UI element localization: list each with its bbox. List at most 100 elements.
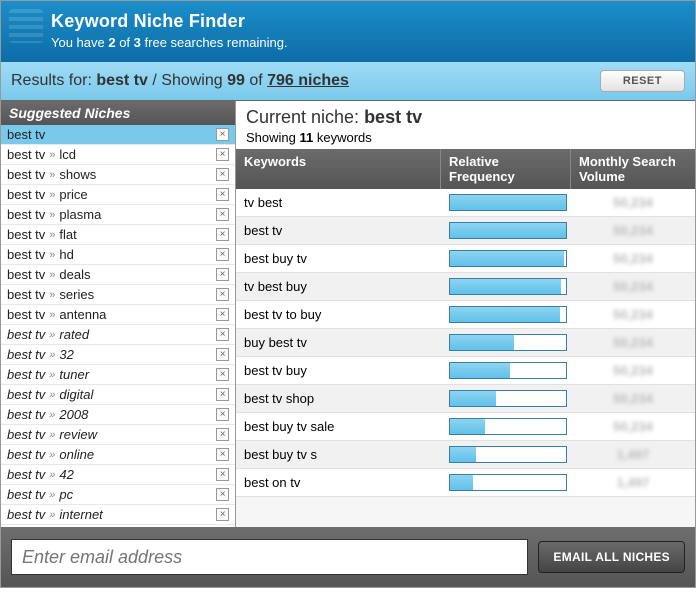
sidebar-item[interactable]: best tv»internet×	[1, 505, 235, 525]
remove-niche-icon[interactable]: ×	[216, 188, 229, 201]
remove-niche-icon[interactable]: ×	[216, 308, 229, 321]
remove-niche-icon[interactable]: ×	[216, 428, 229, 441]
sidebar-item[interactable]: best tv»42×	[1, 465, 235, 485]
chevron-right-icon: »	[49, 429, 55, 441]
sidebar-item[interactable]: best tv»online×	[1, 445, 235, 465]
remove-niche-icon[interactable]: ×	[216, 368, 229, 381]
niche-base: best tv	[7, 307, 45, 322]
results-bar: Results for: best tv / Showing 99 of 796…	[1, 62, 695, 101]
sidebar-item[interactable]: best tv » flat ×	[1, 225, 235, 245]
table-row[interactable]: best on tv1,497	[236, 469, 695, 497]
remove-niche-icon[interactable]: ×	[216, 168, 229, 181]
remove-niche-icon[interactable]: ×	[216, 148, 229, 161]
frequency-bar	[449, 446, 567, 463]
table-row[interactable]: best buy tv50,234	[236, 245, 695, 273]
reset-button[interactable]: RESET	[600, 70, 685, 92]
frequency-bar	[449, 474, 567, 491]
frequency-bar	[449, 306, 567, 323]
remove-niche-icon[interactable]: ×	[216, 408, 229, 421]
remove-niche-icon[interactable]: ×	[216, 128, 229, 141]
searches-total: 3	[134, 35, 141, 50]
remove-niche-icon[interactable]: ×	[216, 388, 229, 401]
niche-base: best tv	[7, 227, 45, 242]
sidebar-list[interactable]: best tv×best tv»lcd×best tv»shows×best t…	[1, 125, 235, 527]
cell-frequency	[441, 189, 571, 216]
sidebar-item[interactable]: best tv»tuner×	[1, 365, 235, 385]
sidebar-item[interactable]: best tv»price×	[1, 185, 235, 205]
col-keywords[interactable]: Keywords	[236, 149, 441, 189]
sidebar-item[interactable]: best tv»lcd×	[1, 145, 235, 165]
chevron-right-icon: »	[49, 169, 55, 181]
sidebar-item[interactable]: best tv » hd ×	[1, 245, 235, 265]
sidebar-item[interactable]: best tv»digital×	[1, 385, 235, 405]
remove-niche-icon[interactable]: ×	[216, 248, 229, 261]
remove-niche-icon[interactable]: ×	[216, 288, 229, 301]
table-row[interactable]: best tv buy50,234	[236, 357, 695, 385]
sidebar-item[interactable]: best tv»deals×	[1, 265, 235, 285]
table-row[interactable]: best tv shop50,234	[236, 385, 695, 413]
cell-keyword: tv best	[236, 190, 441, 215]
sidebar-item[interactable]: best tv»review×	[1, 425, 235, 445]
remove-niche-icon[interactable]: ×	[216, 228, 229, 241]
sidebar-item[interactable]: best tv»2008×	[1, 405, 235, 425]
niche-sub: 42	[59, 467, 73, 482]
frequency-bar	[449, 250, 567, 267]
sidebar-item[interactable]: best tv»antenna×	[1, 305, 235, 325]
cell-volume: 50,234	[571, 358, 695, 383]
niche-base: best tv	[7, 247, 45, 262]
remove-niche-icon[interactable]: ×	[216, 348, 229, 361]
sidebar-item[interactable]: best tv»plasma×	[1, 205, 235, 225]
table-row[interactable]: best tv50,234	[236, 217, 695, 245]
niche-base: best tv	[7, 187, 45, 202]
cell-keyword: best tv	[236, 218, 441, 243]
table-row[interactable]: best buy tv sale50,234	[236, 413, 695, 441]
niche-sub: tuner	[59, 367, 89, 382]
remove-niche-icon[interactable]: ×	[216, 468, 229, 481]
niche-base: best tv	[7, 287, 45, 302]
sidebar-item[interactable]: best tv»pc×	[1, 485, 235, 505]
cell-volume: 50,234	[571, 246, 695, 271]
email-all-button[interactable]: EMAIL ALL NICHES	[538, 541, 685, 573]
frequency-bar	[449, 222, 567, 239]
chevron-right-icon: »	[49, 189, 55, 201]
frequency-bar	[449, 362, 567, 379]
sidebar-item[interactable]: best tv » series ×	[1, 285, 235, 305]
showing-kw-prefix: Showing	[246, 130, 299, 145]
remove-niche-icon[interactable]: ×	[216, 268, 229, 281]
niche-sub: flat	[59, 227, 76, 242]
frequency-bar	[449, 390, 567, 407]
col-frequency[interactable]: Relative Frequency	[441, 149, 571, 189]
chevron-right-icon: »	[49, 249, 55, 261]
sidebar-item[interactable]: best tv×	[1, 125, 235, 145]
cell-volume: 1,497	[571, 470, 695, 495]
sub-suffix: free searches remaining.	[141, 35, 288, 50]
remove-niche-icon[interactable]: ×	[216, 208, 229, 221]
chevron-right-icon: »	[49, 349, 55, 361]
table-row[interactable]: tv best buy50,234	[236, 273, 695, 301]
table-row[interactable]: best tv to buy50,234	[236, 301, 695, 329]
niche-sub: series	[59, 287, 94, 302]
niches-link[interactable]: 796 niches	[267, 72, 349, 89]
table-body[interactable]: tv best50,234best tv50,234best buy tv50,…	[236, 189, 695, 527]
niche-base: best tv	[7, 507, 45, 522]
remove-niche-icon[interactable]: ×	[216, 508, 229, 521]
table-row[interactable]: best buy tv s1,497	[236, 441, 695, 469]
email-input[interactable]	[11, 539, 528, 575]
remove-niche-icon[interactable]: ×	[216, 488, 229, 501]
chevron-right-icon: »	[49, 229, 55, 241]
sidebar-item[interactable]: best tv»rated×	[1, 325, 235, 345]
sidebar-item[interactable]: best tv»shows×	[1, 165, 235, 185]
niche-sub: pc	[59, 487, 73, 502]
remove-niche-icon[interactable]: ×	[216, 328, 229, 341]
chevron-right-icon: »	[49, 289, 55, 301]
remove-niche-icon[interactable]: ×	[216, 448, 229, 461]
sidebar-item[interactable]: best tv»32×	[1, 345, 235, 365]
table-row[interactable]: buy best tv50,234	[236, 329, 695, 357]
col-volume[interactable]: Monthly Search Volume	[571, 149, 695, 189]
sidebar-item[interactable]: best tv»satellite×	[1, 525, 235, 527]
table-row[interactable]: tv best50,234	[236, 189, 695, 217]
chevron-right-icon: »	[49, 309, 55, 321]
current-niche-value: best tv	[364, 107, 422, 127]
niche-sub: hd	[59, 247, 73, 262]
cell-frequency	[441, 329, 571, 356]
